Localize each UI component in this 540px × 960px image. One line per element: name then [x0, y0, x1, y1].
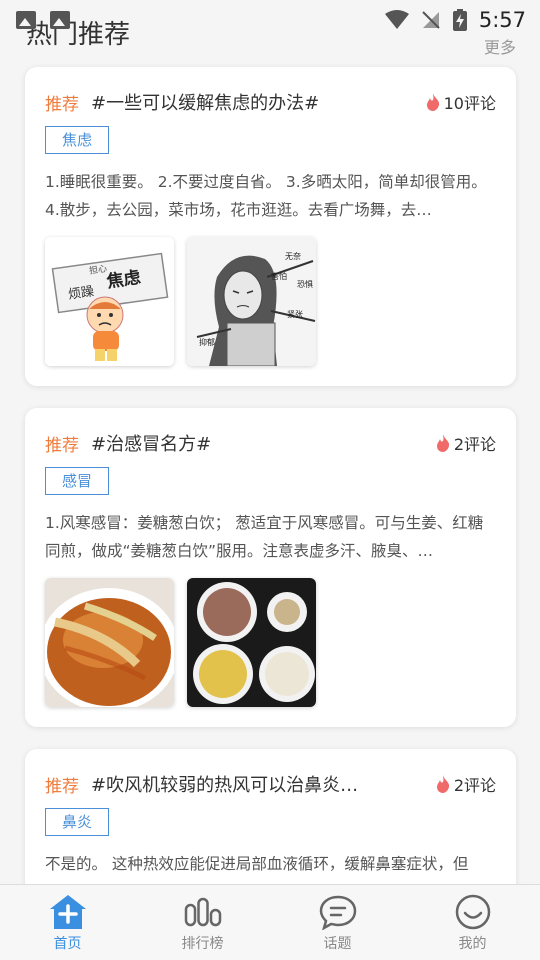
- anxious-cartoon-image: 烦躁 担心 焦虑: [45, 237, 174, 366]
- comment-count-label: 10评论: [443, 94, 496, 113]
- clock: 5:57: [478, 8, 526, 32]
- status-bar: 5:57: [0, 0, 540, 40]
- recommend-badge: 推荐: [45, 776, 79, 797]
- nav-item-topics[interactable]: 话题: [270, 885, 405, 960]
- post-image[interactable]: [45, 578, 174, 707]
- ranking-icon: [184, 897, 221, 927]
- home-icon: [49, 895, 86, 929]
- smiley-icon: [455, 894, 490, 930]
- ginger-tea-image: [45, 578, 174, 707]
- nav-label-home: 首页: [53, 936, 82, 952]
- grains-bowls-image: [187, 578, 316, 707]
- comment-count: 2评论: [436, 772, 496, 796]
- flame-icon: [426, 93, 439, 111]
- nav-label-topics: 话题: [323, 936, 352, 952]
- svg-text:无奈: 无奈: [285, 251, 301, 261]
- post-topic[interactable]: #一些可以缓解焦虑的办法#: [91, 89, 319, 115]
- bottom-nav: 首页 排行榜 话题 我的: [0, 884, 540, 960]
- chat-icon: [319, 895, 356, 930]
- post-card[interactable]: 推荐 #一些可以缓解焦虑的办法# 10评论 焦虑 1.睡眠很重要。 2.不要过度…: [25, 67, 516, 386]
- post-image[interactable]: 无奈 害怕 恐惧 紧张 抑郁: [187, 237, 316, 366]
- no-signal-icon: [422, 11, 440, 29]
- nav-item-ranking[interactable]: 排行榜: [135, 885, 270, 960]
- comment-count-label: 2评论: [453, 435, 496, 454]
- post-excerpt: 1.风寒感冒：姜糖葱白饮； 葱适宜于风寒感冒。可与生姜、红糖同煎，做成“姜糖葱白…: [45, 514, 484, 560]
- post-card[interactable]: 推荐 #治感冒名方# 2评论 感冒 1.风寒感冒：姜糖葱白饮； 葱适宜于风寒感冒…: [25, 408, 516, 727]
- wifi-icon: [384, 10, 409, 29]
- nav-label-ranking: 排行榜: [181, 936, 224, 952]
- post-image[interactable]: 烦躁 担心 焦虑: [45, 237, 174, 366]
- comment-count: 10评论: [426, 90, 496, 114]
- post-image[interactable]: [187, 578, 316, 707]
- post-topic[interactable]: #吹风机较弱的热风可以治鼻炎…: [91, 771, 358, 797]
- flame-icon: [436, 434, 449, 452]
- post-topic[interactable]: #治感冒名方#: [91, 430, 211, 456]
- svg-text:抑郁: 抑郁: [199, 337, 215, 347]
- topic-tag[interactable]: 焦虑: [45, 126, 110, 154]
- recommend-badge: 推荐: [45, 94, 79, 115]
- svg-text:恐惧: 恐惧: [297, 279, 313, 289]
- svg-text:害怕: 害怕: [271, 271, 287, 281]
- flame-icon: [436, 775, 449, 793]
- topic-tag[interactable]: 鼻炎: [45, 808, 110, 836]
- battery-charging-icon: [452, 9, 467, 31]
- nav-label-profile: 我的: [458, 936, 487, 952]
- svg-text:紧张: 紧张: [287, 310, 303, 319]
- topic-tag[interactable]: 感冒: [45, 467, 110, 495]
- nav-item-home[interactable]: 首页: [0, 885, 135, 960]
- post-excerpt: 1.睡眠很重要。 2.不要过度自省。 3.多晒太阳，简单却很管用。 4.散步，去…: [45, 173, 487, 219]
- nav-item-profile[interactable]: 我的: [405, 885, 540, 960]
- image-notification-icon: [50, 11, 70, 29]
- recommend-feed: 推荐 #一些可以缓解焦虑的办法# 10评论 焦虑 1.睡眠很重要。 2.不要过度…: [25, 67, 516, 948]
- recommend-badge: 推荐: [45, 435, 79, 456]
- gallery-notification-icon: [16, 11, 36, 29]
- depressed-woman-sketch-image: 无奈 害怕 恐惧 紧张 抑郁: [187, 237, 316, 366]
- comment-count-label: 2评论: [453, 776, 496, 795]
- comment-count: 2评论: [436, 431, 496, 455]
